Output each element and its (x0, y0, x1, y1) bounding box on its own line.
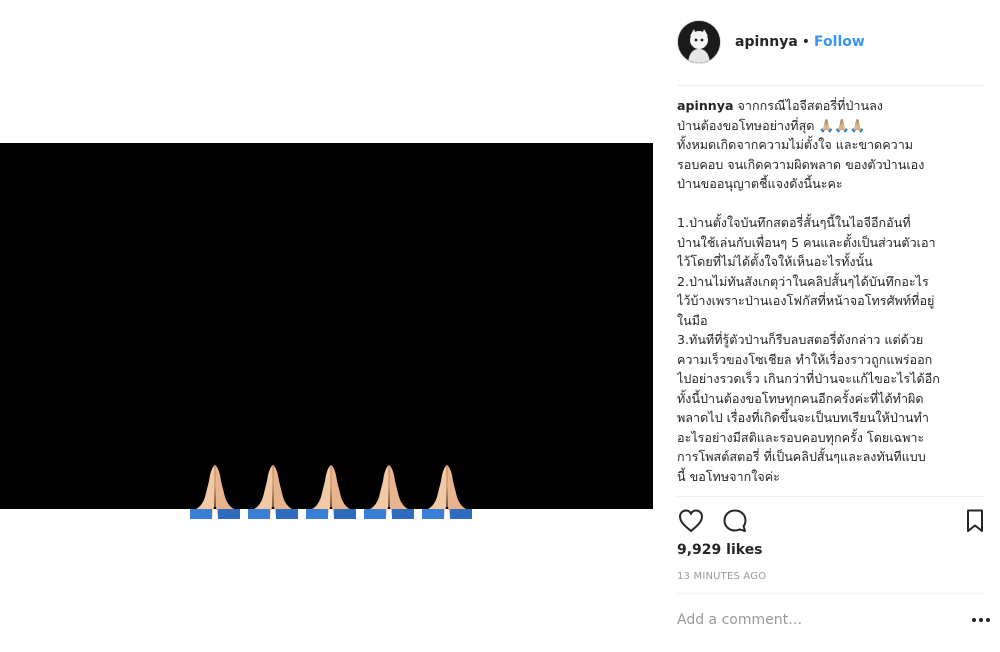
caption-text: จากกรณีไอจีสตอรี่ที่ป่านลง ป่านต้องขอโทษ… (677, 98, 940, 484)
follow-button[interactable]: Follow (814, 34, 865, 50)
post-media[interactable] (0, 143, 653, 519)
bookmark-outline-icon[interactable] (961, 507, 989, 535)
post-timestamp[interactable]: 13 MINUTES AGO (677, 571, 766, 582)
post-header: apinnya • Follow (677, 18, 865, 66)
header-divider (677, 85, 984, 86)
likes-count[interactable]: 9,929 likes (677, 542, 763, 558)
actions-divider (677, 496, 984, 497)
folded-hands-emoji-1 (190, 465, 240, 519)
caption-username-link[interactable]: apinnya (677, 98, 733, 113)
folded-hands-emoji-5 (422, 465, 472, 519)
instagram-post-modal: apinnya • Follow apinnya จากกรณีไอจีสตอร… (0, 0, 1000, 652)
post-side-panel: apinnya • Follow apinnya จากกรณีไอจีสตอร… (653, 0, 1000, 652)
folded-hands-emoji-4 (364, 465, 414, 519)
ellipsis-icon[interactable] (970, 612, 992, 628)
speech-bubble-icon[interactable] (721, 507, 749, 535)
action-bar (675, 505, 989, 537)
caption-scrollbar[interactable] (995, 96, 998, 492)
folded-hands-row (188, 461, 478, 519)
folded-hands-emoji-2 (248, 465, 298, 519)
avatar-image (678, 21, 720, 63)
folded-hands-emoji-3 (306, 465, 356, 519)
separator-dot: • (801, 34, 811, 50)
avatar[interactable] (677, 20, 721, 64)
username-link[interactable]: apinnya (735, 34, 798, 50)
heart-outline-icon[interactable] (677, 507, 705, 535)
comment-divider (677, 593, 984, 594)
post-caption: apinnya จากกรณีไอจีสตอรี่ที่ป่านลง ป่านต… (677, 96, 982, 491)
comment-input[interactable] (677, 608, 947, 632)
